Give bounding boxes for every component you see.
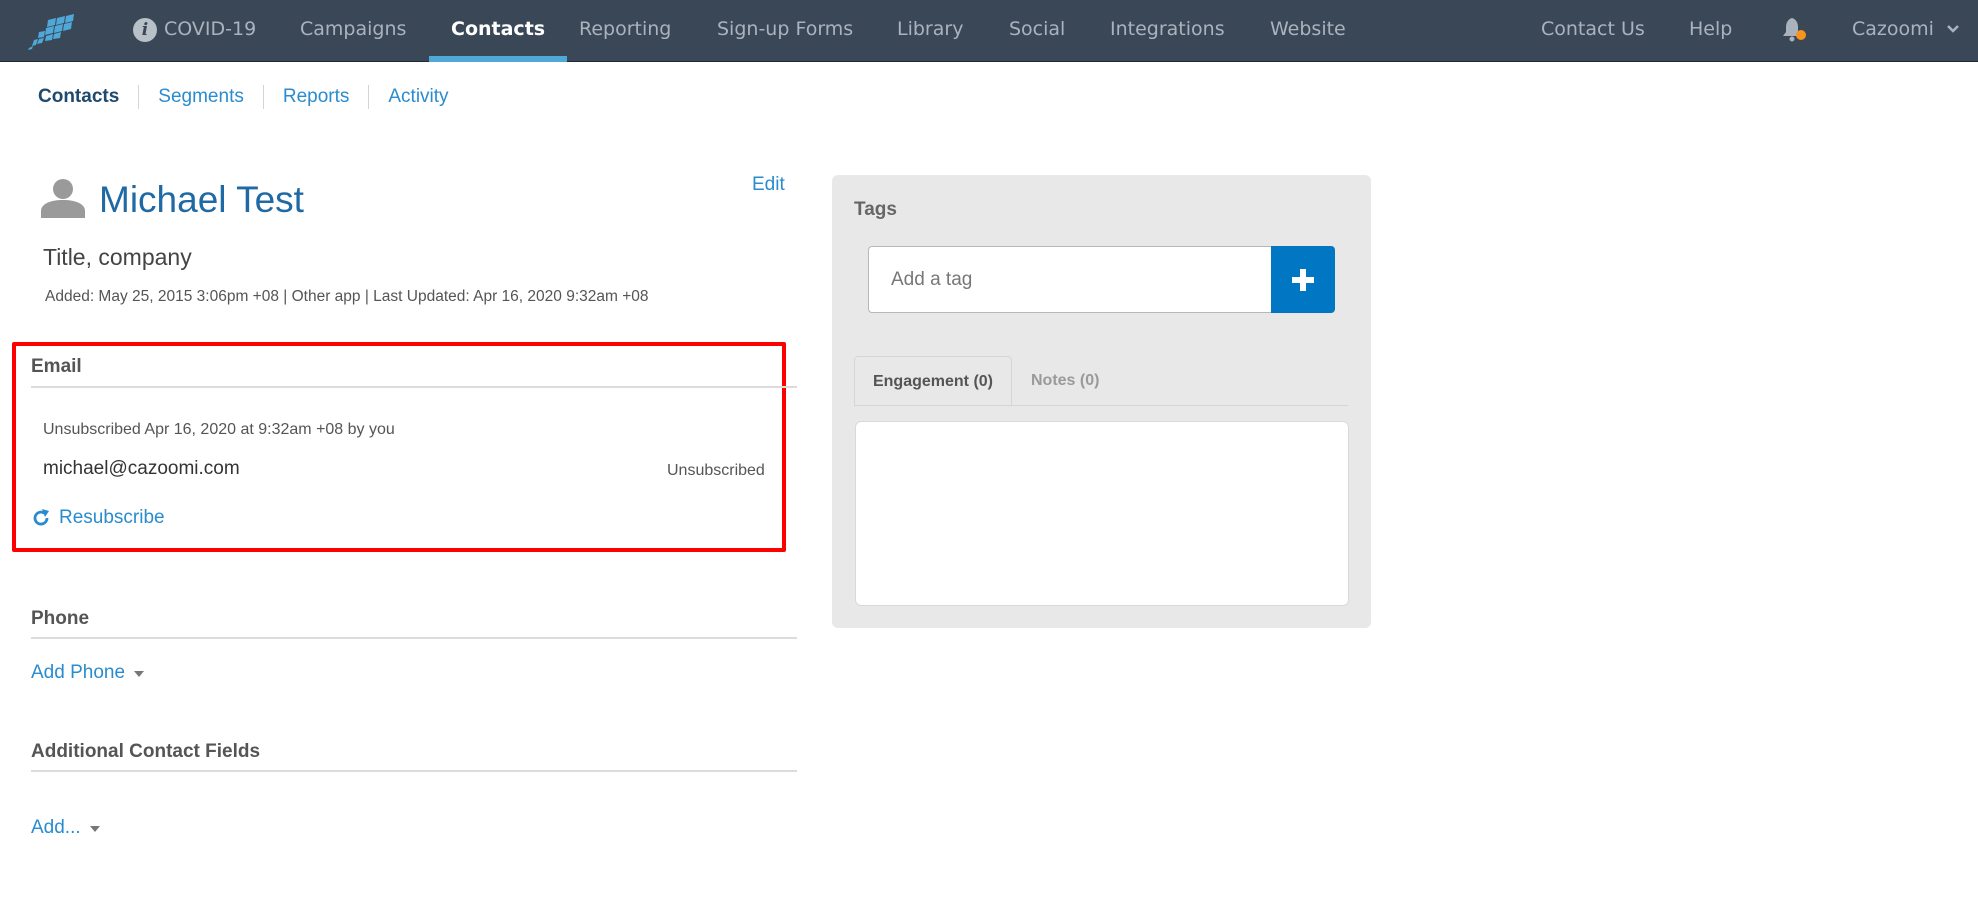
plus-icon: [1292, 268, 1314, 291]
info-icon: i: [133, 18, 157, 42]
add-field-dropdown[interactable]: Add...: [31, 817, 100, 839]
tag-input[interactable]: [868, 246, 1272, 313]
contact-name: Michael Test: [99, 179, 304, 220]
unsubscribe-note: Unsubscribed Apr 16, 2020 at 9:32am +08 …: [43, 421, 395, 438]
nav-item-library[interactable]: Library: [897, 0, 963, 62]
activity-tabs: Engagement (0) Notes (0): [854, 356, 1348, 407]
edit-link[interactable]: Edit: [752, 174, 785, 196]
chevron-down-icon[interactable]: [1946, 22, 1960, 36]
nav-item-contact-us[interactable]: Contact Us: [1541, 0, 1645, 62]
contact-title-company: Title, company: [43, 244, 192, 270]
bell-icon[interactable]: [1779, 16, 1809, 44]
caret-down-icon: [89, 826, 100, 832]
tab-content-panel: [855, 421, 1349, 606]
tags-panel: Tags Engagement (0) Notes (0): [832, 175, 1371, 628]
nav-item-reporting[interactable]: Reporting: [579, 0, 671, 62]
nav-item-contacts[interactable]: Contacts: [428, 0, 568, 62]
add-phone-dropdown[interactable]: Add Phone: [31, 662, 145, 684]
resubscribe-label: Resubscribe: [59, 507, 165, 528]
subnav-activity[interactable]: Activity: [368, 85, 467, 109]
nav-item-website[interactable]: Website: [1270, 0, 1346, 62]
nav-item-social[interactable]: Social: [1009, 0, 1065, 62]
phone-divider: [31, 637, 797, 639]
add-field-label: Add...: [31, 817, 81, 838]
tab-engagement[interactable]: Engagement (0): [854, 356, 1012, 407]
nav-item-integrations[interactable]: Integrations: [1110, 0, 1225, 62]
nav-item-covid-19[interactable]: COVID-19: [164, 0, 256, 62]
subnav-reports[interactable]: Reports: [262, 85, 369, 109]
account-menu[interactable]: Cazoomi: [1852, 0, 1934, 62]
sub-navigation: Contacts Segments Reports Activity: [38, 84, 468, 110]
phone-heading: Phone: [31, 608, 90, 629]
email-address: michael@cazoomi.com: [43, 458, 240, 479]
contact-meta: Added: May 25, 2015 3:06pm +08 | Other a…: [45, 288, 649, 305]
tab-notes[interactable]: Notes (0): [1031, 356, 1099, 406]
caret-down-icon: [134, 671, 145, 677]
resubscribe-link[interactable]: Resubscribe: [31, 507, 165, 529]
add-tag-button[interactable]: [1271, 246, 1335, 313]
subnav-contacts[interactable]: Contacts: [38, 85, 138, 109]
email-divider: [31, 386, 797, 388]
avatar-icon: [41, 179, 85, 218]
top-navigation: i COVID-19 Campaigns Contacts Reporting …: [0, 0, 1978, 62]
tags-label: Tags: [854, 199, 897, 220]
email-status-badge: Unsubscribed: [667, 462, 765, 479]
cazoomi-logo[interactable]: [26, 12, 78, 50]
additional-fields-divider: [31, 770, 797, 772]
nav-item-campaigns[interactable]: Campaigns: [300, 0, 406, 62]
additional-fields-heading: Additional Contact Fields: [31, 741, 261, 762]
add-phone-label: Add Phone: [31, 662, 126, 683]
notification-dot: [1796, 30, 1806, 40]
subnav-segments[interactable]: Segments: [138, 85, 263, 109]
nav-item-sign-up-forms[interactable]: Sign-up Forms: [717, 0, 853, 62]
email-heading: Email: [31, 356, 82, 377]
refresh-icon: [33, 509, 49, 526]
nav-item-help[interactable]: Help: [1689, 0, 1732, 62]
